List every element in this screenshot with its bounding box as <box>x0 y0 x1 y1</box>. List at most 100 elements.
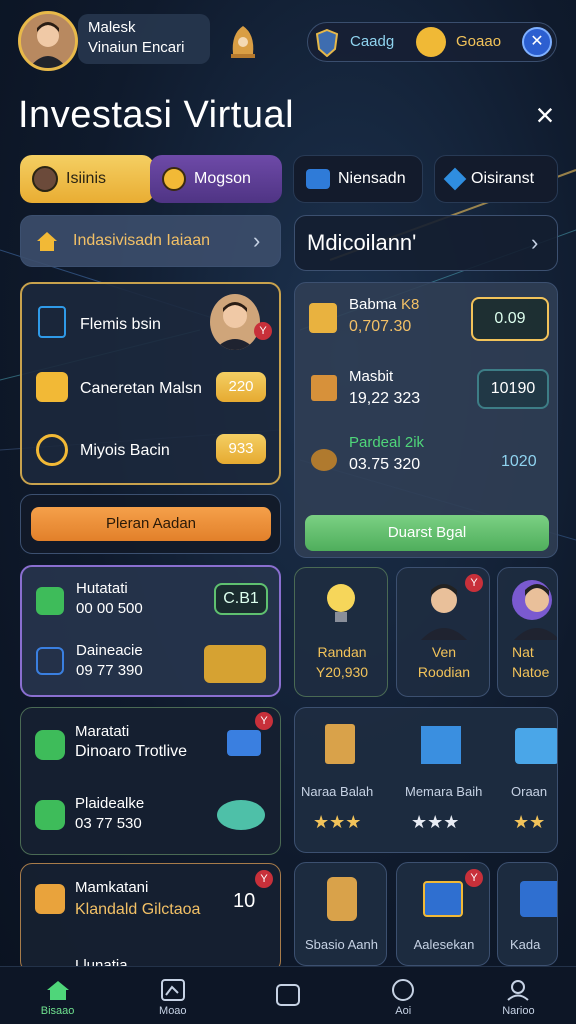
money-pile-icon <box>204 645 266 683</box>
character-card-3[interactable]: Nat Natoe <box>497 567 558 697</box>
chart-icon <box>160 979 185 1001</box>
card-icon <box>227 730 261 756</box>
tab-3[interactable]: Niensadn <box>293 155 423 203</box>
item-name: Oraan <box>511 784 548 799</box>
currency-2-label: Goaao <box>456 33 502 50</box>
right-nav-label: Mdicoilann' <box>307 230 417 255</box>
list-item-label: Caneretan Malsn <box>80 380 202 397</box>
left-list-panel: Flemis bsin Y Caneretan Malsn 220 Miyois… <box>20 282 281 485</box>
tab-1-label: Isiinis <box>66 170 107 187</box>
list-item-label: Flemis bsin <box>80 316 161 333</box>
nav-home[interactable]: Bisaao <box>0 967 115 1024</box>
notification-badge: Y <box>465 869 483 887</box>
nav-coin-label: Aoi <box>395 1005 412 1017</box>
finance-card-3[interactable]: Y Mamkatani Klandald Gilctaoa 10 Llunati… <box>20 863 281 974</box>
tab-1[interactable]: Isiinis <box>20 155 154 203</box>
card-3-line1: Mamkatani <box>75 879 149 896</box>
nav-chart[interactable]: Moao <box>115 967 230 1024</box>
coin-icon <box>162 167 186 191</box>
tab-4[interactable]: Oisiranst <box>434 155 558 203</box>
card-1-line2-label: Daineacie <box>76 642 143 659</box>
card-icon <box>515 728 557 764</box>
stat-3-badge: 1020 <box>501 453 537 470</box>
document-icon <box>38 306 66 338</box>
plan-button[interactable]: Pleran Aadan <box>31 507 271 541</box>
shield-check-icon <box>35 800 65 830</box>
stat-2-badge[interactable]: 10190 <box>477 369 549 409</box>
bottom-nav: Bisaao Moao Aoi Narioo <box>0 966 576 1024</box>
character-3-value: Natoe <box>512 664 550 680</box>
briefcase-icon <box>35 884 65 914</box>
bottle-icon <box>327 877 357 921</box>
tab-4-label: Oisiranst <box>471 170 535 187</box>
home-icon <box>46 981 69 1000</box>
character-card-2[interactable]: Y Ven Roodian <box>396 567 490 697</box>
stat-1-badge[interactable]: 0.09 <box>471 297 549 341</box>
chevron-right-icon: › <box>531 230 539 255</box>
coin-icon <box>392 979 415 1001</box>
nav-coin[interactable]: Aoi <box>346 967 461 1024</box>
tab-2[interactable]: Mogson <box>150 155 282 203</box>
building-icon <box>311 375 337 401</box>
crest-icon <box>309 303 337 333</box>
player-avatar[interactable] <box>18 11 78 71</box>
coin-stack-icon <box>217 800 265 830</box>
stats-action-button[interactable]: Duarst Bgal <box>305 515 549 551</box>
right-nav-row[interactable]: Mdicoilann' › <box>294 215 558 271</box>
tab-2-label: Mogson <box>194 170 251 187</box>
stat-1-value: 0,707.30 <box>349 318 412 335</box>
home-icon <box>35 230 59 252</box>
profile-icon <box>507 980 530 1001</box>
card-2-line2-label: Plaidealke <box>75 795 145 812</box>
lightbulb-icon <box>323 582 359 626</box>
avatar-icon <box>32 166 58 192</box>
tab-3-label: Niensadn <box>338 170 406 187</box>
check-shield-icon <box>36 587 64 615</box>
item-stars: ★★★ <box>313 812 362 832</box>
character-1-name: Randan <box>317 644 367 660</box>
item-name: Sbasio Aanh <box>304 937 378 952</box>
card-1-line2-value: 09 77 390 <box>76 662 143 679</box>
card-1-line1-label: Hutatati <box>76 580 128 597</box>
picture-frame-icon <box>36 372 68 402</box>
gold-coin-icon <box>416 27 446 57</box>
stat-2-name: Masbit <box>349 368 394 385</box>
stacked-papers-icon <box>421 726 461 764</box>
card-3-value: 10 <box>233 890 256 912</box>
list-item-value: 220 <box>216 372 266 402</box>
player-name-line1: Malesk <box>88 19 136 36</box>
hood-figure-icon[interactable] <box>228 24 258 60</box>
card-1-line1-value: 00 00 500 <box>76 600 143 617</box>
currency-1-label: Caadg <box>350 33 395 50</box>
card-3-line2: Klandald Gilctaoa <box>75 901 201 918</box>
nav-profile[interactable]: Narioo <box>461 967 576 1024</box>
character-portrait <box>510 576 557 640</box>
player-name-box: Malesk Vinaiun Encari <box>78 14 210 64</box>
item-card-3[interactable]: Kada <box>497 862 558 966</box>
close-button[interactable]: × <box>530 99 560 131</box>
item-card-2[interactable]: Y Aalesekan <box>396 862 490 966</box>
finance-card-1[interactable]: Hutatati 00 00 500 C.B1 Daineacie 09 77 … <box>20 565 281 697</box>
list-item-label: Miyois Bacin <box>80 442 170 459</box>
character-3-name: Nat <box>512 644 534 660</box>
item-name: Aalesekan <box>413 937 475 952</box>
chevron-right-icon: › <box>253 228 261 253</box>
shield-icon <box>36 647 64 675</box>
finance-card-2[interactable]: Y Maratati Dinoaro Trotlive Plaidealke 0… <box>20 707 281 855</box>
notification-badge: Y <box>255 712 273 730</box>
item-stars: ★★ <box>513 812 546 832</box>
nav-home-label: Bisaao <box>40 1005 75 1017</box>
nav-bag[interactable] <box>230 967 345 1024</box>
notification-badge: Y <box>254 322 272 340</box>
clipboard-icon <box>325 724 355 764</box>
item-card-1[interactable]: Sbasio Aanh <box>294 862 387 966</box>
crossed-swords-icon[interactable]: ✕ <box>522 27 552 57</box>
chest-icon <box>306 169 330 189</box>
gem-icon <box>443 167 467 191</box>
left-nav-row[interactable]: Indasivisadn Iaiaan › <box>20 215 281 267</box>
left-nav-label: Indasivisadn Iaiaan <box>73 232 210 249</box>
character-card-1[interactable]: Randan Y20,930 <box>294 567 388 697</box>
item-name: Naraa Balah <box>301 784 374 799</box>
left-action-panel: Pleran Aadan <box>20 494 281 554</box>
stat-2-value: 19,22 323 <box>349 390 421 407</box>
